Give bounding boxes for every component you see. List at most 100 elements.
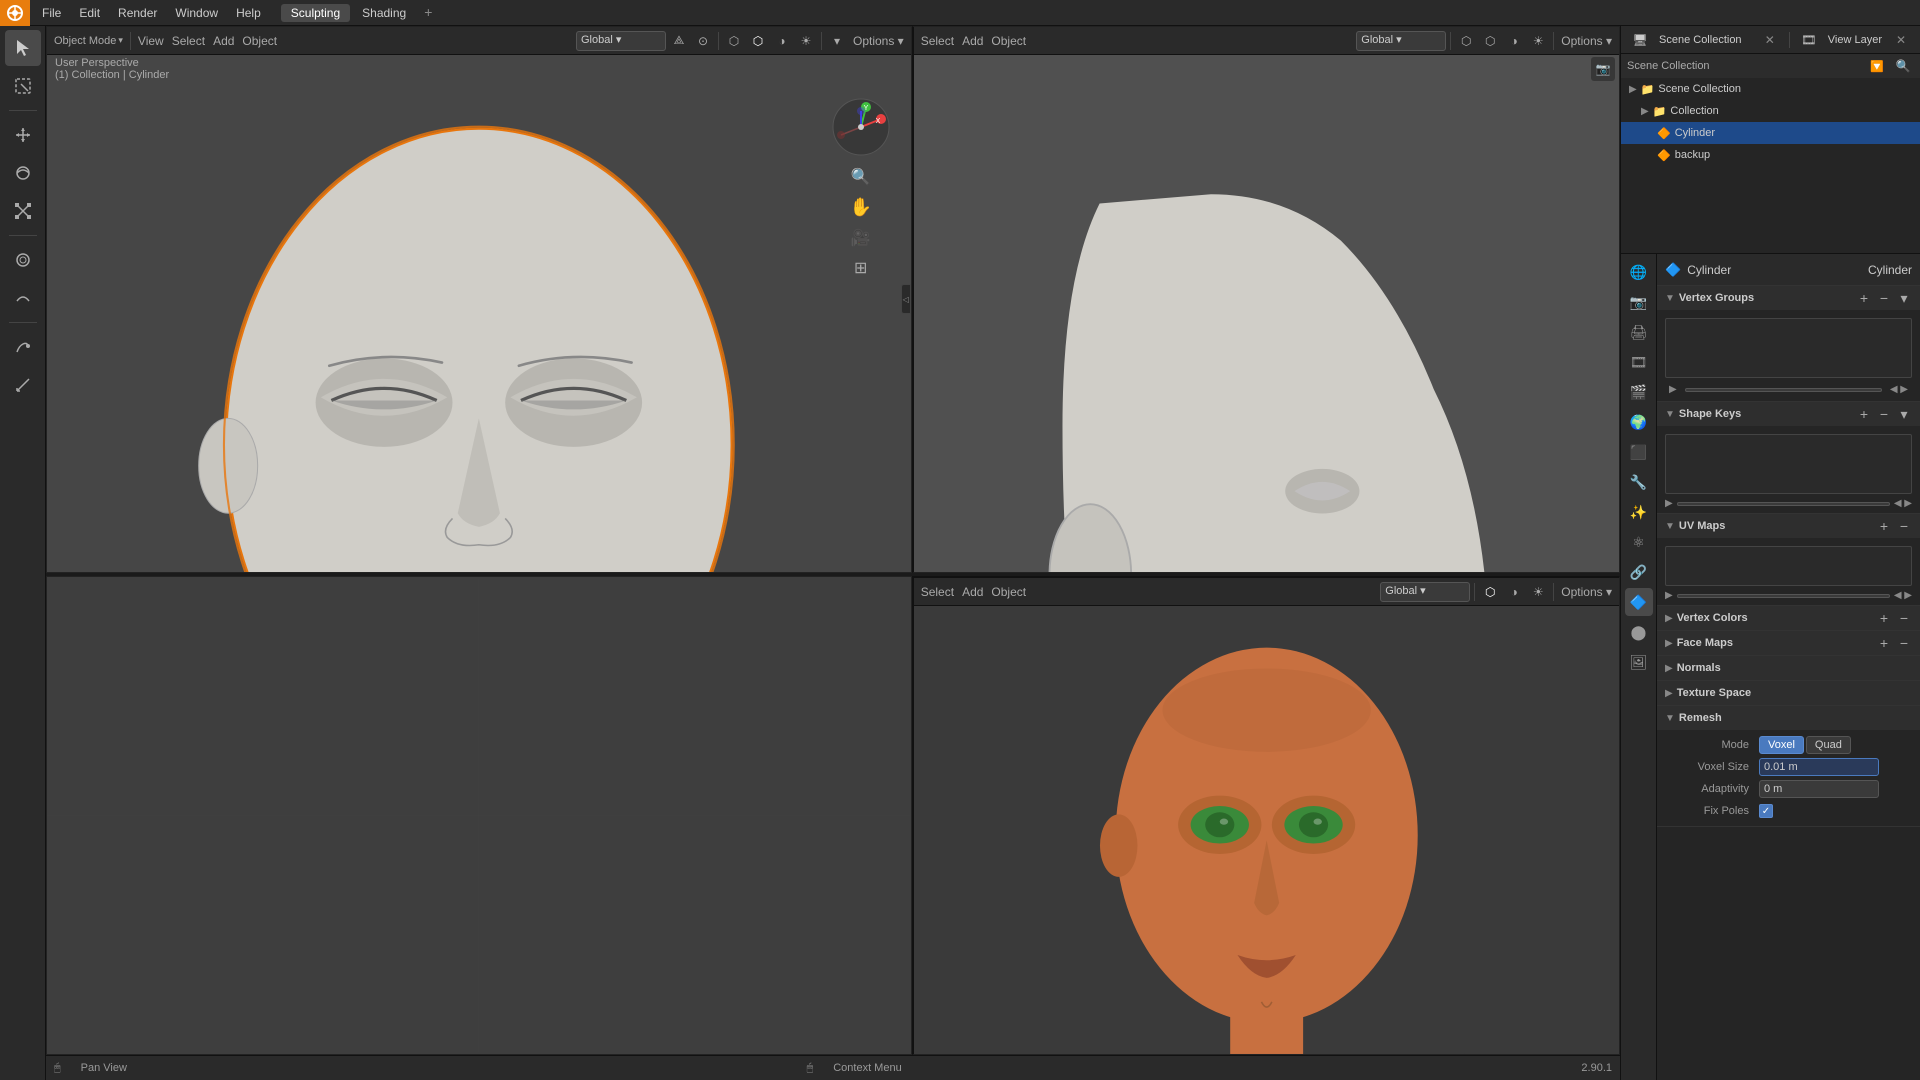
transform-orientation[interactable]: Global ▾ bbox=[576, 31, 666, 51]
prop-view-layer-icon[interactable]: 🎞 bbox=[1625, 348, 1653, 376]
vertex-colors-add[interactable]: + bbox=[1876, 610, 1892, 626]
side-looksdev[interactable]: ◑ bbox=[1503, 30, 1525, 52]
shape-keys-more[interactable]: ▾ bbox=[1896, 406, 1912, 422]
side-render[interactable]: ☀ bbox=[1527, 30, 1549, 52]
side-transform-orientation[interactable]: Global ▾ bbox=[1356, 31, 1446, 51]
prop-modifier-icon[interactable]: 🔧 bbox=[1625, 468, 1653, 496]
outliner-filter[interactable]: 🔽 bbox=[1866, 55, 1888, 77]
axis-gizmo[interactable]: X Y bbox=[831, 97, 891, 157]
view-layer-settings[interactable]: ✕ bbox=[1890, 29, 1912, 51]
outliner-scene-collection[interactable]: ▶ 📁 Scene Collection bbox=[1621, 78, 1920, 100]
prop-object-data-icon[interactable]: 🔷 bbox=[1625, 588, 1653, 616]
select-tool[interactable] bbox=[5, 68, 41, 104]
render-mode[interactable]: ☀ bbox=[795, 30, 817, 52]
sk-scrollbar[interactable] bbox=[1677, 502, 1890, 506]
quad-mode-btn[interactable]: Quad bbox=[1806, 736, 1851, 754]
shape-keys-add[interactable]: + bbox=[1856, 406, 1872, 422]
grid-icon[interactable]: ⊞ bbox=[847, 258, 875, 278]
viewport-main[interactable]: Object Mode ▾ View Select Add Object Glo… bbox=[46, 26, 912, 573]
add-menu[interactable]: Add bbox=[210, 30, 237, 52]
move-tool[interactable] bbox=[5, 117, 41, 153]
br-solid-mode[interactable]: ⬡ bbox=[1479, 581, 1501, 603]
side-solid[interactable]: ⬡ bbox=[1479, 30, 1501, 52]
normals-header[interactable]: ▶ Normals bbox=[1657, 656, 1920, 680]
menu-window[interactable]: Window bbox=[167, 4, 226, 22]
snap-icon[interactable]: ⟁ bbox=[668, 30, 690, 52]
prop-material-icon[interactable]: ⬤ bbox=[1625, 618, 1653, 646]
looksdev-mode[interactable]: ◑ bbox=[771, 30, 793, 52]
br-looksdev[interactable]: ◑ bbox=[1503, 581, 1525, 603]
zoom-icon[interactable]: 🔍 bbox=[847, 167, 875, 187]
viewport-camera-toggle[interactable]: 📷 bbox=[1591, 57, 1615, 81]
measure-tool[interactable] bbox=[5, 367, 41, 403]
menu-help[interactable]: Help bbox=[228, 4, 269, 22]
prop-constraints-icon[interactable]: 🔗 bbox=[1625, 558, 1653, 586]
remesh-header[interactable]: ▼ Remesh bbox=[1657, 706, 1920, 730]
tab-sculpting[interactable]: Sculpting bbox=[281, 4, 350, 22]
prop-physics-icon[interactable]: ⚛ bbox=[1625, 528, 1653, 556]
viewport-bottom-right[interactable]: Select Add Object Global ▾ ⬡ ◑ ☀ Options… bbox=[912, 576, 1620, 1055]
face-maps-remove[interactable]: − bbox=[1896, 635, 1912, 651]
prop-texture-icon[interactable]: 🖼 bbox=[1625, 648, 1653, 676]
side-options[interactable]: Options ▾ bbox=[1558, 30, 1615, 52]
prop-object-icon[interactable]: ⬛ bbox=[1625, 438, 1653, 466]
vertex-colors-remove[interactable]: − bbox=[1896, 610, 1912, 626]
vp-side-select[interactable]: Select bbox=[918, 30, 957, 52]
prop-scene-icon[interactable]: 🌐 bbox=[1625, 258, 1653, 286]
pan-icon[interactable]: ✋ bbox=[847, 197, 875, 218]
menu-edit[interactable]: Edit bbox=[71, 4, 108, 22]
uv-maps-remove[interactable]: − bbox=[1896, 518, 1912, 534]
vp-side-object[interactable]: Object bbox=[988, 30, 1029, 52]
brush-tool[interactable] bbox=[5, 242, 41, 278]
uv-scrollbar[interactable] bbox=[1677, 594, 1890, 598]
vertex-groups-remove[interactable]: − bbox=[1876, 290, 1892, 306]
vertex-colors-header[interactable]: ▶ Vertex Colors + − bbox=[1657, 606, 1920, 630]
vertex-groups-more[interactable]: ▾ bbox=[1896, 290, 1912, 306]
fix-poles-checkbox[interactable] bbox=[1759, 804, 1773, 818]
viewport-side[interactable]: Select Add Object Global ▾ ⬡ ⬡ ◑ ☀ Optio… bbox=[912, 26, 1620, 573]
texture-space-header[interactable]: ▶ Texture Space bbox=[1657, 681, 1920, 705]
uv-maps-add[interactable]: + bbox=[1876, 518, 1892, 534]
rotate-tool[interactable] bbox=[5, 155, 41, 191]
br-render[interactable]: ☀ bbox=[1527, 581, 1549, 603]
smooth-tool[interactable] bbox=[5, 280, 41, 316]
voxel-mode-btn[interactable]: Voxel bbox=[1759, 736, 1804, 754]
view-menu[interactable]: View bbox=[135, 30, 167, 52]
wireframe-mode[interactable]: ⬡ bbox=[723, 30, 745, 52]
adaptivity-input[interactable] bbox=[1759, 780, 1879, 798]
outliner-backup[interactable]: 🔶 backup bbox=[1621, 144, 1920, 166]
vp-side-add[interactable]: Add bbox=[959, 30, 986, 52]
solid-mode[interactable]: ⬡ bbox=[747, 30, 769, 52]
prop-world-icon[interactable]: 🌍 bbox=[1625, 408, 1653, 436]
br-select[interactable]: Select bbox=[918, 581, 957, 603]
options-menu[interactable]: Options ▾ bbox=[850, 30, 907, 52]
outliner-search[interactable]: 🔍 bbox=[1892, 55, 1914, 77]
face-maps-header[interactable]: ▶ Face Maps + − bbox=[1657, 631, 1920, 655]
prop-output-icon[interactable]: 🖨 bbox=[1625, 318, 1653, 346]
panel-header-icon[interactable]: 🖥 bbox=[1629, 29, 1651, 51]
camera-icon[interactable]: 🎥 bbox=[847, 228, 875, 248]
menu-file[interactable]: File bbox=[34, 4, 69, 22]
cursor-tool[interactable] bbox=[5, 30, 41, 66]
br-add[interactable]: Add bbox=[959, 581, 986, 603]
shape-keys-header[interactable]: ▼ Shape Keys + − ▾ bbox=[1657, 402, 1920, 426]
face-maps-add[interactable]: + bbox=[1876, 635, 1892, 651]
view-layer-icon[interactable]: 🎞 bbox=[1798, 29, 1820, 51]
side-wireframe[interactable]: ⬡ bbox=[1455, 30, 1477, 52]
prop-scene-data-icon[interactable]: 🎬 bbox=[1625, 378, 1653, 406]
br-transform-orientation[interactable]: Global ▾ bbox=[1380, 582, 1470, 602]
object-menu[interactable]: Object bbox=[239, 30, 280, 52]
shape-keys-remove[interactable]: − bbox=[1876, 406, 1892, 422]
outliner-collection[interactable]: ▶ 📁 Collection bbox=[1621, 100, 1920, 122]
voxel-size-input[interactable] bbox=[1759, 758, 1879, 776]
close-right-panel[interactable]: ✕ bbox=[1759, 29, 1781, 51]
br-options[interactable]: Options ▾ bbox=[1558, 581, 1615, 603]
proportional-edit-icon[interactable]: ⊙ bbox=[692, 30, 714, 52]
vp-mode-selector[interactable]: Object Mode ▾ bbox=[51, 30, 126, 52]
vertex-groups-add[interactable]: + bbox=[1856, 290, 1872, 306]
uv-maps-header[interactable]: ▼ UV Maps + − bbox=[1657, 514, 1920, 538]
menu-render[interactable]: Render bbox=[110, 4, 165, 22]
add-workspace-tab[interactable]: + bbox=[418, 4, 438, 22]
annotate-tool[interactable] bbox=[5, 329, 41, 365]
select-menu[interactable]: Select bbox=[169, 30, 208, 52]
